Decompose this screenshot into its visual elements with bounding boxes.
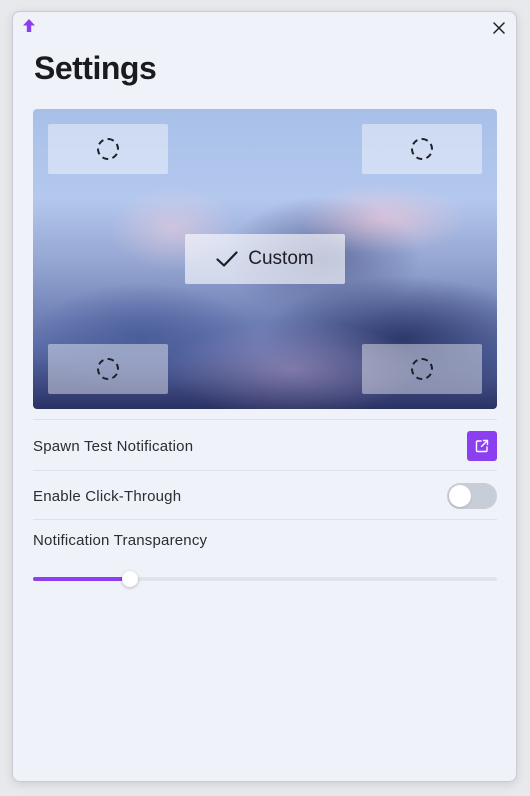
- arrow-up-icon: [23, 19, 35, 32]
- dashed-circle-icon: [411, 358, 433, 380]
- position-top-left-button[interactable]: [48, 124, 168, 174]
- click-through-row: Enable Click-Through: [33, 481, 497, 511]
- position-bottom-left-button[interactable]: [48, 344, 168, 394]
- custom-position-label: Custom: [248, 248, 314, 269]
- settings-window: Settings Custom Spawn Test Notification: [12, 11, 517, 782]
- spawn-test-row: Spawn Test Notification: [33, 431, 497, 461]
- external-link-icon: [475, 439, 489, 453]
- dashed-circle-icon: [411, 138, 433, 160]
- spawn-test-label: Spawn Test Notification: [33, 437, 194, 455]
- close-button[interactable]: [488, 17, 510, 39]
- click-through-toggle[interactable]: [447, 483, 497, 509]
- slider-thumb[interactable]: [122, 571, 139, 587]
- position-bottom-right-button[interactable]: [362, 344, 482, 394]
- position-preview: Custom: [33, 109, 497, 409]
- dashed-circle-icon: [97, 358, 119, 380]
- transparency-slider[interactable]: [33, 571, 497, 587]
- transparency-row: Notification Transparency: [33, 532, 497, 552]
- close-icon: [493, 22, 505, 34]
- transparency-label: Notification Transparency: [33, 532, 208, 549]
- divider: [33, 470, 497, 471]
- spawn-test-button[interactable]: [467, 431, 497, 461]
- divider: [33, 519, 497, 520]
- click-through-label: Enable Click-Through: [33, 487, 182, 505]
- position-custom-button[interactable]: Custom: [185, 234, 345, 284]
- page-title: Settings: [34, 50, 157, 86]
- slider-fill: [33, 577, 131, 581]
- dashed-circle-icon: [97, 138, 119, 160]
- position-top-right-button[interactable]: [362, 124, 482, 174]
- divider: [33, 419, 497, 420]
- checkmark-icon: [216, 251, 238, 267]
- toggle-knob: [449, 485, 471, 507]
